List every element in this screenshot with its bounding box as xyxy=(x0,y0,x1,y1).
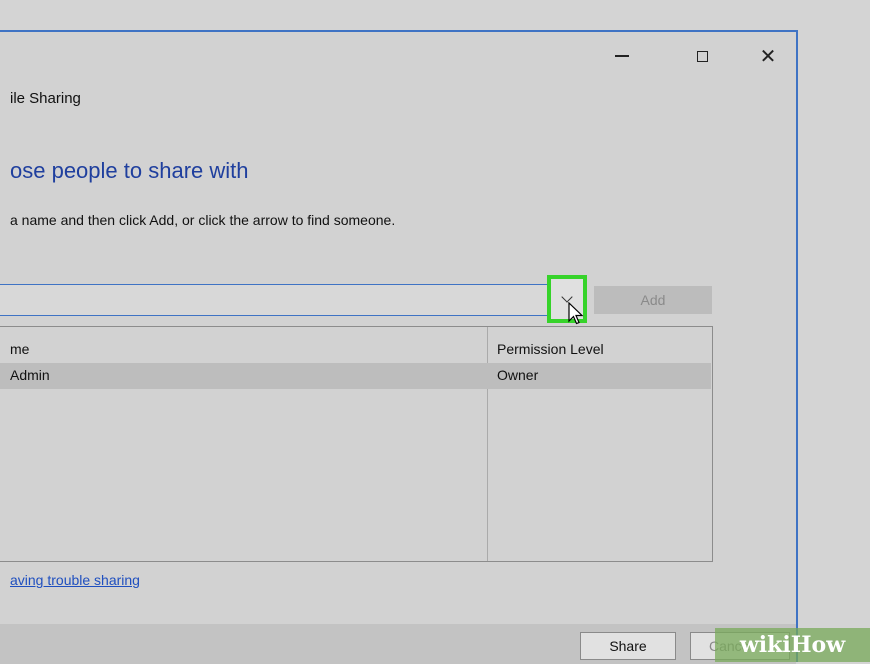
row-name: Admin xyxy=(10,367,50,383)
close-button[interactable]: ✕ xyxy=(750,42,786,70)
page-heading: ose people to share with xyxy=(10,158,249,183)
table-row[interactable]: Admin Owner xyxy=(0,363,711,389)
chevron-down-icon xyxy=(561,291,573,303)
window-title: ile Sharing xyxy=(10,90,81,107)
mouse-cursor-icon xyxy=(568,302,584,325)
minimize-button[interactable] xyxy=(604,42,640,70)
add-button[interactable]: Add xyxy=(594,286,712,314)
help-link[interactable]: aving trouble sharing xyxy=(10,572,140,588)
column-header-permission[interactable]: Permission Level xyxy=(497,341,604,357)
column-header-name[interactable]: me xyxy=(10,341,29,357)
person-combobox[interactable] xyxy=(0,284,585,316)
wikihow-watermark: wikiHow xyxy=(715,628,870,662)
maximize-icon xyxy=(696,50,708,62)
close-icon: ✕ xyxy=(759,45,777,68)
instruction-text: a name and then click Add, or click the … xyxy=(10,212,396,228)
minimize-icon xyxy=(615,55,629,57)
row-permission[interactable]: Owner xyxy=(497,367,538,383)
maximize-button[interactable] xyxy=(684,42,720,70)
dialog-footer: Share Cance xyxy=(0,624,796,664)
permissions-table: me Permission Level Admin Owner xyxy=(0,326,713,562)
sharing-dialog: ✕ ile Sharing ose people to share with a… xyxy=(0,30,798,664)
share-button[interactable]: Share xyxy=(580,632,676,660)
person-input[interactable] xyxy=(0,285,544,316)
